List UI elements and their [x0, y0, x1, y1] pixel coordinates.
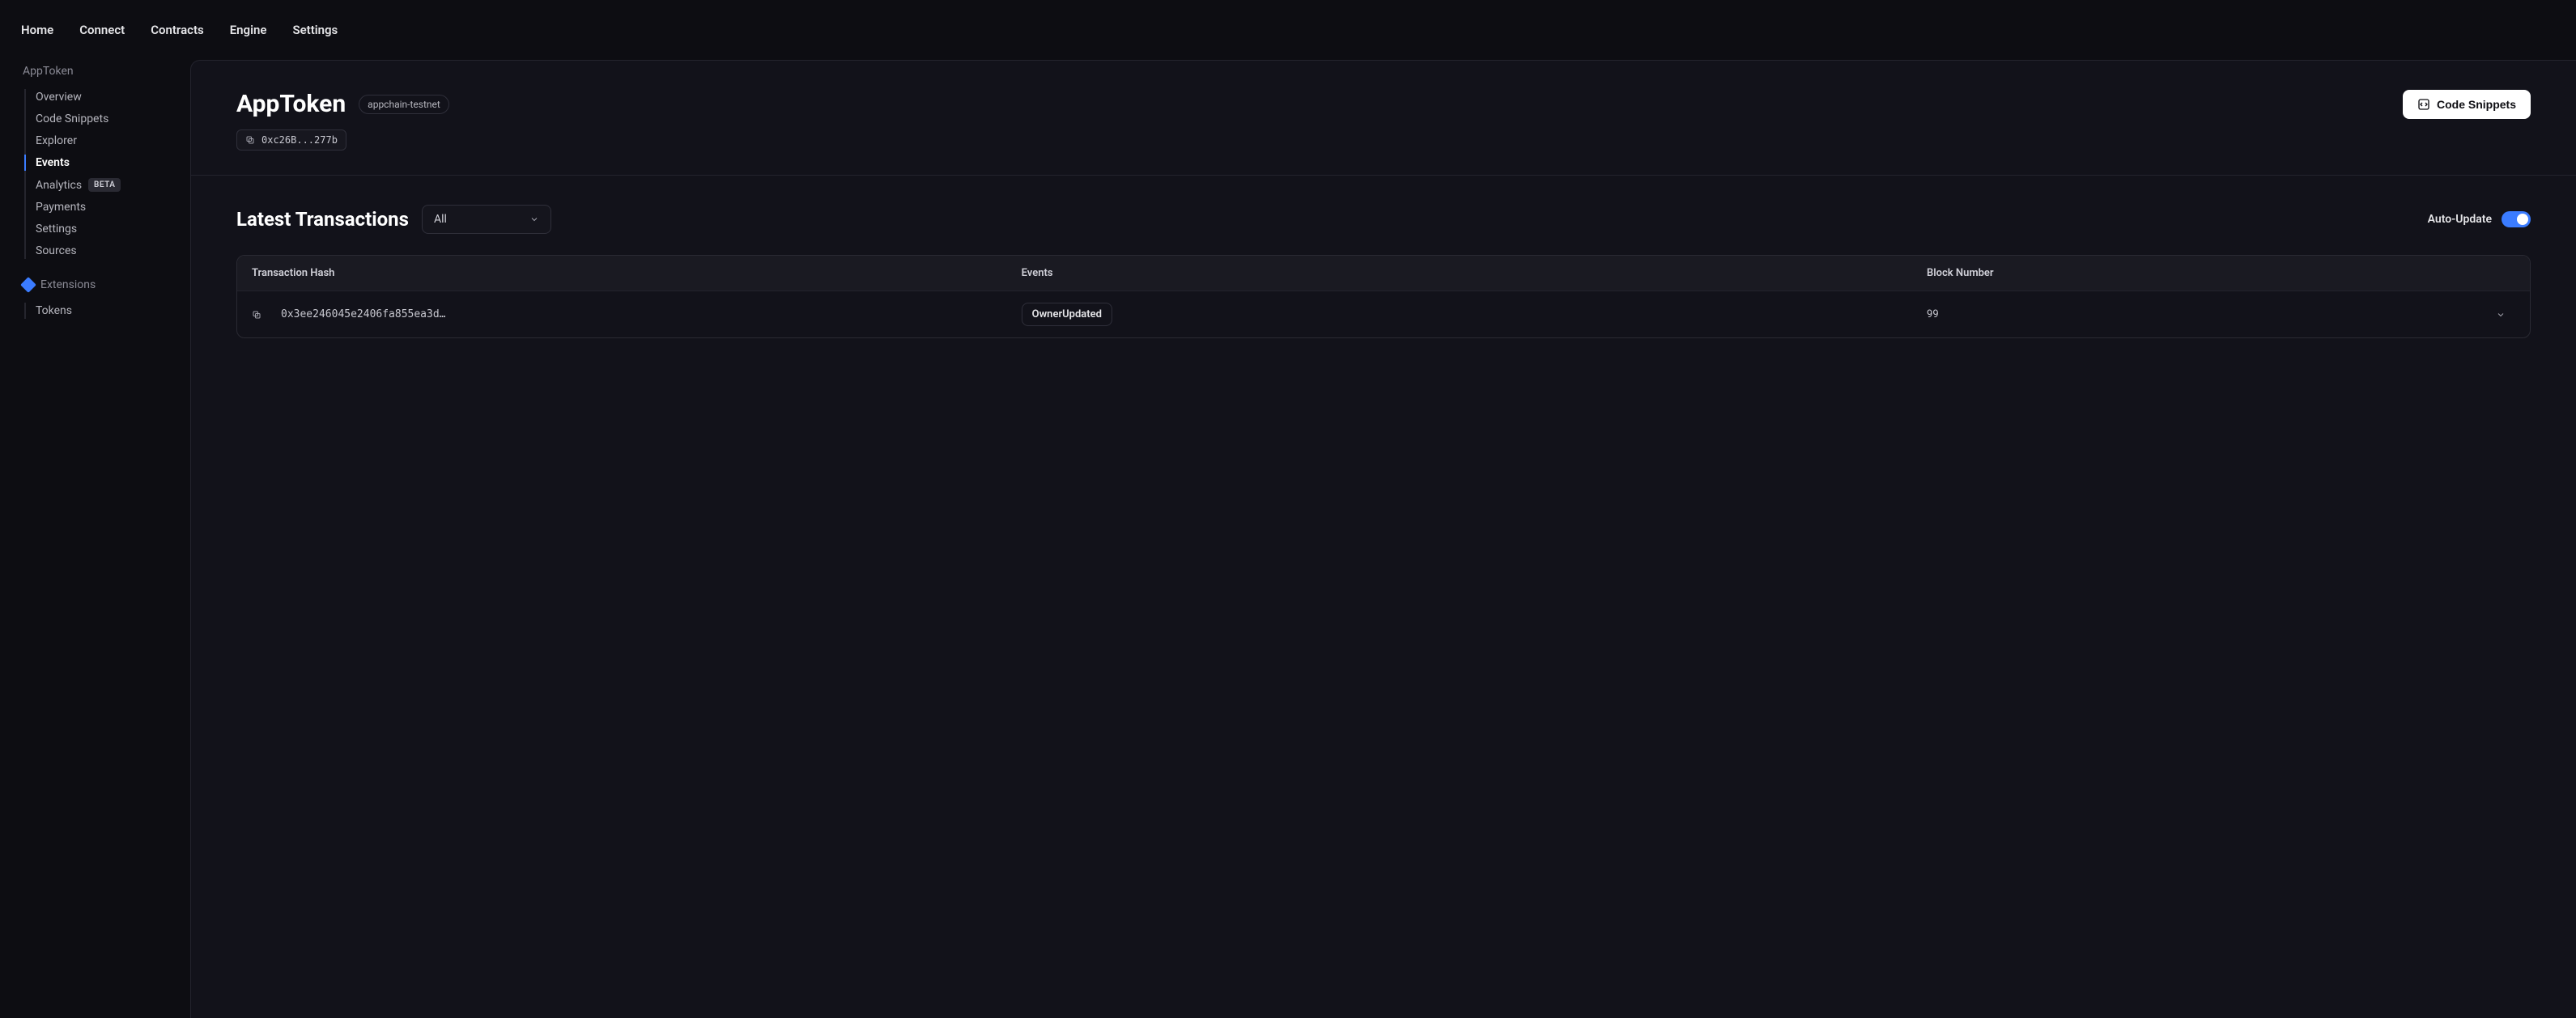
sidebar-item-label: Code Snippets — [36, 112, 108, 125]
nav-engine[interactable]: Engine — [230, 23, 267, 37]
sidebar-item-label: Sources — [36, 244, 77, 257]
sidebar-ext-label: Extensions — [40, 278, 96, 291]
event-chip: OwnerUpdated — [1022, 303, 1112, 326]
event-filter-value: All — [434, 213, 447, 226]
sidebar-group-main: Overview Code Snippets Explorer Events A… — [24, 89, 171, 259]
nav-home[interactable]: Home — [21, 23, 53, 37]
sidebar-heading: AppToken — [23, 65, 171, 78]
sidebar-item-label: Settings — [36, 223, 77, 235]
toggle-knob — [2517, 214, 2528, 225]
sidebar-item-explorer[interactable]: Explorer — [36, 133, 171, 149]
table-header: Transaction Hash Events Block Number — [237, 256, 2530, 291]
contract-address-chip[interactable]: 0xc26B...277b — [236, 129, 346, 151]
sidebar-item-settings[interactable]: Settings — [36, 221, 171, 237]
code-icon — [2417, 98, 2430, 111]
nav-contracts[interactable]: Contracts — [151, 23, 204, 37]
sidebar-item-label: Payments — [36, 201, 86, 214]
sidebar-item-label: Events — [36, 156, 70, 169]
sidebar-item-analytics[interactable]: Analytics BETA — [36, 176, 171, 193]
section-title: Latest Transactions — [236, 208, 409, 231]
col-header-events: Events — [1022, 267, 1927, 279]
events-table: Transaction Hash Events Block Number 0x3… — [236, 255, 2531, 338]
chevron-down-icon[interactable] — [2496, 310, 2506, 320]
sidebar-item-label: Tokens — [36, 304, 72, 317]
sidebar-item-events[interactable]: Events — [36, 155, 171, 171]
tx-hash: 0x3ee246045e2406fa855ea3d… — [281, 308, 446, 320]
sidebar-extensions-heading: Extensions — [23, 278, 171, 291]
block-number: 99 — [1927, 308, 2425, 320]
copy-icon — [245, 135, 255, 145]
chain-badge: appchain-testnet — [359, 95, 449, 114]
sidebar: AppToken Overview Code Snippets Explorer… — [0, 60, 190, 1018]
page-title: AppToken — [236, 90, 346, 118]
sidebar-item-label: Analytics — [36, 179, 82, 192]
main-panel: AppToken appchain-testnet 0xc26B...277b — [190, 60, 2576, 1018]
code-snippets-button[interactable]: Code Snippets — [2403, 90, 2531, 119]
sidebar-item-tokens[interactable]: Tokens — [36, 303, 171, 319]
col-header-hash: Transaction Hash — [252, 267, 1022, 279]
top-nav: Home Connect Contracts Engine Settings — [0, 0, 2576, 60]
controls-row: Latest Transactions All Auto-Update — [236, 205, 2531, 234]
content-area: Latest Transactions All Auto-Update — [191, 176, 2576, 367]
chevron-down-icon — [529, 214, 539, 224]
copy-icon[interactable] — [252, 310, 261, 320]
page-header: AppToken appchain-testnet 0xc26B...277b — [191, 61, 2576, 176]
sidebar-item-label: Explorer — [36, 134, 77, 147]
sidebar-item-code-snippets[interactable]: Code Snippets — [36, 111, 171, 127]
sidebar-item-sources[interactable]: Sources — [36, 243, 171, 259]
auto-update-toggle[interactable] — [2502, 211, 2531, 227]
event-filter-select[interactable]: All — [422, 205, 551, 234]
sidebar-item-overview[interactable]: Overview — [36, 89, 171, 105]
table-row[interactable]: 0x3ee246045e2406fa855ea3d… OwnerUpdated … — [237, 291, 2530, 337]
beta-badge: BETA — [88, 178, 121, 192]
extension-icon — [20, 277, 36, 293]
auto-update-label: Auto-Update — [2428, 213, 2492, 226]
nav-connect[interactable]: Connect — [79, 23, 125, 37]
sidebar-item-label: Overview — [36, 91, 82, 104]
contract-address-text: 0xc26B...277b — [261, 134, 338, 146]
code-snippets-label: Code Snippets — [2437, 98, 2516, 111]
col-header-block: Block Number — [1927, 267, 2425, 279]
sidebar-item-payments[interactable]: Payments — [36, 199, 171, 215]
nav-settings[interactable]: Settings — [292, 23, 338, 37]
sidebar-group-ext: Tokens — [24, 303, 171, 319]
